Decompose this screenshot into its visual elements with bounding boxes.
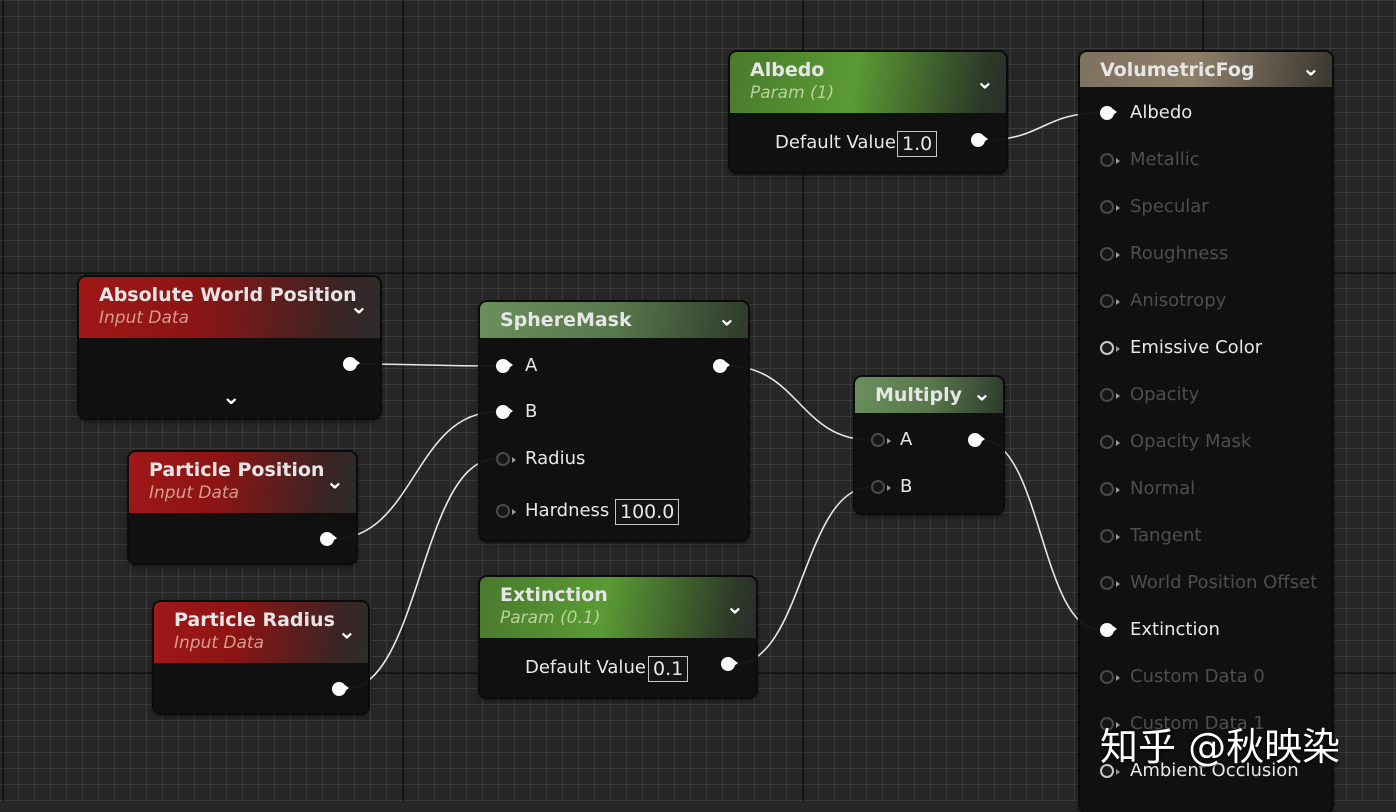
input-pin-anisotropy[interactable] bbox=[1100, 294, 1120, 308]
default-value-input[interactable]: 0.1 bbox=[648, 656, 689, 682]
watermark: 知乎 @秋映染 bbox=[1100, 725, 1341, 769]
hardness-input[interactable]: 100.0 bbox=[615, 499, 680, 525]
node-subtitle: Input Data bbox=[174, 633, 265, 653]
node-header[interactable]: Extinction Param (0.1) ⌄ bbox=[480, 577, 756, 638]
pin-label: Specular bbox=[1130, 196, 1209, 217]
chevron-down-icon[interactable]: ⌄ bbox=[326, 469, 344, 494]
pin-label: Opacity bbox=[1130, 384, 1200, 405]
pin-label: A bbox=[900, 429, 913, 450]
input-pin-metallic[interactable] bbox=[1100, 153, 1120, 167]
pin-label: Hardness bbox=[525, 500, 610, 521]
input-pin-albedo[interactable] bbox=[1100, 106, 1117, 120]
pin-label: A bbox=[525, 355, 538, 376]
pin-label: Radius bbox=[525, 448, 586, 469]
input-pin[interactable] bbox=[496, 405, 513, 419]
output-pin[interactable] bbox=[320, 532, 337, 546]
pin-label: Opacity Mask bbox=[1130, 431, 1252, 452]
node-title: Extinction bbox=[500, 584, 608, 606]
output-pin[interactable] bbox=[713, 359, 730, 373]
node-header[interactable]: SphereMask ⌄ bbox=[480, 302, 748, 338]
default-value-label: Default Value bbox=[525, 657, 646, 678]
node-subtitle: Input Data bbox=[149, 483, 240, 503]
extinction-param-node[interactable]: Extinction Param (0.1) ⌄ bbox=[480, 577, 756, 697]
node-title: VolumetricFog bbox=[1100, 58, 1255, 81]
input-pin-emissive-color[interactable] bbox=[1100, 341, 1120, 355]
input-pin-tangent[interactable] bbox=[1100, 529, 1120, 543]
pin-label: Custom Data 0 bbox=[1130, 666, 1265, 687]
node-title: Absolute World Position bbox=[99, 284, 357, 306]
output-pin[interactable] bbox=[971, 133, 988, 147]
node-subtitle: Param (0.1) bbox=[500, 608, 601, 628]
pin-label: Emissive Color bbox=[1130, 337, 1263, 358]
node-header[interactable]: Particle Position Input Data ⌄ bbox=[129, 452, 356, 513]
output-pin[interactable] bbox=[343, 357, 360, 371]
node-subtitle: Input Data bbox=[99, 308, 190, 328]
node-header[interactable]: Albedo Param (1) ⌄ bbox=[730, 52, 1006, 113]
node-header[interactable]: VolumetricFog ⌄ bbox=[1080, 52, 1332, 87]
chevron-down-icon[interactable]: ⌄ bbox=[338, 619, 356, 644]
albedo-param-node[interactable]: Albedo Param (1) ⌄ bbox=[730, 52, 1006, 172]
node-header[interactable]: Particle Radius Input Data ⌄ bbox=[154, 602, 368, 663]
input-pin[interactable] bbox=[496, 504, 516, 518]
node-title: Particle Position bbox=[149, 459, 325, 481]
input-pin-a[interactable] bbox=[871, 433, 891, 447]
chevron-down-icon[interactable]: ⌄ bbox=[1302, 56, 1320, 81]
input-pin-b[interactable] bbox=[871, 480, 891, 494]
node-header[interactable]: Absolute World Position Input Data ⌄ bbox=[79, 277, 380, 338]
input-pin-roughness[interactable] bbox=[1100, 247, 1120, 261]
input-pin[interactable] bbox=[496, 452, 516, 466]
pin-label: Anisotropy bbox=[1130, 290, 1227, 311]
pin-label: World Position Offset bbox=[1130, 572, 1318, 593]
input-pin-normal[interactable] bbox=[1100, 482, 1120, 496]
particle-radius-node[interactable]: Particle Radius Input Data ⌄ bbox=[154, 602, 368, 713]
pin-label: Normal bbox=[1130, 478, 1196, 499]
particle-position-node[interactable]: Particle Position Input Data ⌄ bbox=[129, 452, 356, 563]
chevron-down-icon[interactable]: ⌄ bbox=[718, 306, 736, 331]
node-title: Particle Radius bbox=[174, 609, 335, 631]
default-value-label: Default Value bbox=[775, 132, 896, 153]
output-pin[interactable] bbox=[968, 433, 985, 447]
input-pin-opacity[interactable] bbox=[1100, 388, 1120, 402]
node-title: SphereMask bbox=[500, 309, 632, 331]
node-title: Multiply bbox=[875, 384, 963, 406]
spheremask-node[interactable]: SphereMask ⌄ bbox=[480, 302, 748, 540]
input-pin-opacity-mask[interactable] bbox=[1100, 435, 1120, 449]
node-title: Albedo bbox=[750, 59, 825, 81]
pin-label: Albedo bbox=[1130, 102, 1193, 123]
chevron-down-icon[interactable]: ⌄ bbox=[976, 69, 994, 94]
input-pin-specular[interactable] bbox=[1100, 200, 1120, 214]
pin-label: Extinction bbox=[1130, 619, 1220, 640]
pin-label: B bbox=[525, 401, 538, 422]
output-pin[interactable] bbox=[332, 682, 349, 696]
node-header[interactable]: Multiply ⌄ bbox=[855, 377, 1003, 413]
pin-label: Metallic bbox=[1130, 149, 1200, 170]
input-pin-custom-data-0[interactable] bbox=[1100, 670, 1120, 684]
default-value-input[interactable]: 1.0 bbox=[897, 131, 938, 157]
chevron-down-icon[interactable]: ⌄ bbox=[350, 294, 368, 319]
pin-label: B bbox=[900, 476, 913, 497]
chevron-down-icon[interactable]: ⌄ bbox=[726, 594, 744, 619]
chevron-down-icon[interactable]: ⌄ bbox=[973, 381, 991, 406]
input-pin-world-position-offset[interactable] bbox=[1100, 576, 1120, 590]
input-pin-extinction[interactable] bbox=[1100, 623, 1117, 637]
input-pin[interactable] bbox=[496, 359, 513, 373]
output-pin[interactable] bbox=[721, 657, 738, 671]
node-subtitle: Param (1) bbox=[750, 83, 835, 103]
expand-chevron-icon[interactable]: ⌄ bbox=[222, 385, 240, 410]
pin-label: Tangent bbox=[1130, 525, 1202, 546]
pin-label: Roughness bbox=[1130, 243, 1229, 264]
